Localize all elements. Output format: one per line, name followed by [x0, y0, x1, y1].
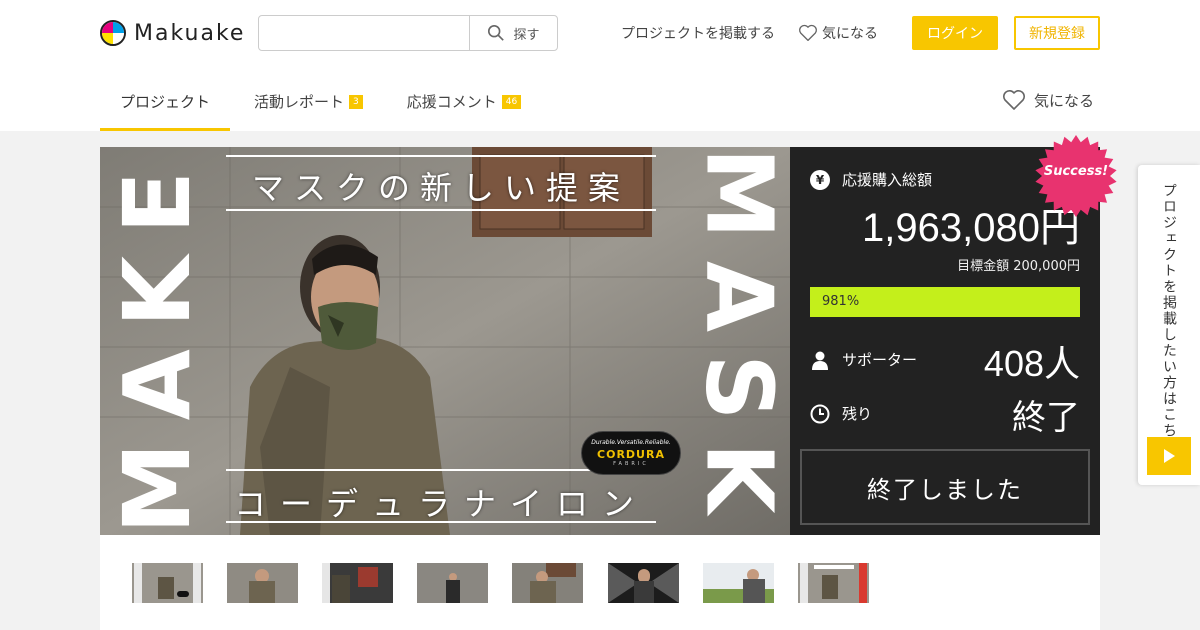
remaining-label-row: 残り: [810, 403, 872, 424]
goal-amount: 目標金額 200,000円: [957, 259, 1080, 274]
cordura-brand: CORDURA: [597, 448, 665, 461]
cordura-fabric: FABRIC: [613, 461, 649, 467]
total-amount-label-row: ¥ 応援購入総額: [810, 169, 932, 190]
thumbnail-3[interactable]: [322, 563, 393, 603]
logo-text: Makuake: [134, 20, 246, 46]
thumbnail-6[interactable]: [608, 563, 679, 603]
tab-project-label: プロジェクト: [120, 93, 211, 111]
search-button[interactable]: 探す: [469, 16, 557, 50]
tab-comments[interactable]: 応援コメント 46: [387, 72, 541, 131]
success-badge: Success!: [1034, 134, 1118, 218]
login-button[interactable]: ログイン: [912, 16, 998, 50]
side-word-left: MAKE: [104, 147, 211, 535]
thumbnail-1[interactable]: [132, 563, 203, 603]
comment-count-badge: 46: [501, 94, 522, 109]
total-amount-label: 応援購入総額: [842, 171, 933, 189]
heart-icon: [799, 24, 817, 42]
title-rule-bottom: [226, 209, 656, 211]
person-icon: [810, 350, 830, 370]
thumbnail-5[interactable]: [512, 563, 583, 603]
cordura-logo: Durable.Versatile.Reliable. CORDURA FABR…: [581, 431, 681, 475]
site-header: Makuake 探す プロジェクトを掲載する 気になる ログイン 新規登録 プロ…: [0, 0, 1200, 131]
makuake-logo-icon: [100, 20, 126, 46]
tab-activity-report-label: 活動レポート: [254, 93, 345, 111]
supporters-value: 408人: [983, 343, 1080, 384]
subtitle-rule-bottom: [226, 521, 656, 523]
play-arrow-icon: [1164, 449, 1175, 463]
report-count-badge: 3: [349, 94, 363, 109]
project-tabs: プロジェクト 活動レポート 3 応援コメント 46: [100, 72, 541, 131]
favorite-project-button[interactable]: 気になる: [1002, 89, 1094, 111]
supporters-label: サポーター: [842, 351, 918, 369]
favorite-project-label: 気になる: [1034, 91, 1095, 110]
search-icon: [488, 24, 505, 41]
side-tab-text: プロジェクトを掲載したい方はこちら: [1161, 183, 1177, 455]
progress-percent: 981%: [822, 294, 860, 309]
heart-icon: [1003, 90, 1025, 110]
thumbnail-4[interactable]: [417, 563, 488, 603]
title-rule-top: [226, 155, 656, 157]
progress-bar: 981%: [810, 287, 1080, 317]
cordura-tagline: Durable.Versatile.Reliable.: [591, 439, 671, 446]
tab-comments-label: 応援コメント: [406, 93, 497, 111]
supporters-label-row: サポーター: [810, 349, 917, 370]
success-badge-text: Success!: [1043, 164, 1109, 179]
remaining-value: 終了: [1012, 398, 1080, 438]
signup-button[interactable]: 新規登録: [1014, 16, 1100, 50]
hero-subtitle: コーデュラナイロン: [233, 485, 648, 523]
side-word-right: MASK: [686, 147, 791, 535]
clock-icon: [810, 404, 830, 424]
thumbnail-8[interactable]: [798, 563, 869, 603]
favorites-link[interactable]: 気になる: [798, 24, 878, 42]
post-project-side-tab[interactable]: プロジェクトを掲載したい方はこちら: [1138, 165, 1200, 485]
side-tab-arrow-button[interactable]: [1147, 437, 1191, 475]
tab-project[interactable]: プロジェクト: [100, 72, 230, 131]
remaining-label: 残り: [842, 405, 873, 423]
makuake-logo[interactable]: Makuake: [100, 20, 245, 46]
favorites-label: 気になる: [822, 26, 878, 42]
side-word-right-text: MASK: [685, 147, 791, 535]
side-word-left-text: MAKE: [103, 148, 211, 534]
thumbnail-strip: [100, 535, 1100, 630]
search-input[interactable]: [259, 16, 469, 50]
thumbnail-7[interactable]: [703, 563, 774, 603]
post-project-link[interactable]: プロジェクトを掲載する: [621, 24, 775, 42]
ended-button[interactable]: 終了しました: [800, 449, 1090, 525]
yen-icon: ¥: [810, 169, 830, 190]
project-main-image[interactable]: マスクの新しい提案 コーデュラナイロン MAKE MASK Durable.Ve…: [100, 147, 790, 535]
search-bar: 探す: [258, 15, 558, 51]
hero-title: マスクの新しい提案: [251, 169, 630, 207]
tab-activity-report[interactable]: 活動レポート 3: [234, 72, 383, 131]
thumbnail-2[interactable]: [227, 563, 298, 603]
search-button-label: 探す: [513, 27, 540, 43]
